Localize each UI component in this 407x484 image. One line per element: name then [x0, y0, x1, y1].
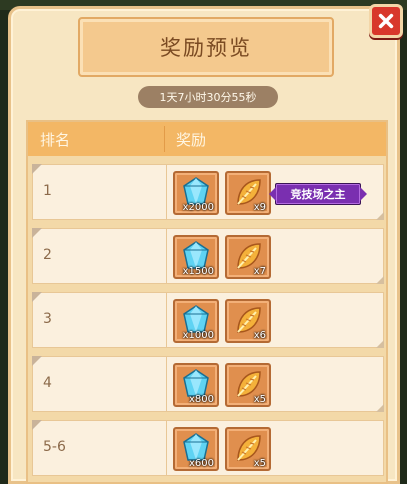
- row-corner: [376, 276, 384, 284]
- row-corner: [32, 164, 42, 174]
- rank-label: 4: [43, 375, 52, 391]
- reward-item-leaf[interactable]: x7: [225, 235, 271, 279]
- item-quantity: x9: [253, 202, 266, 213]
- row-divider: [166, 229, 167, 283]
- rank-label: 5-6: [43, 439, 66, 455]
- reward-item-gem[interactable]: x600: [173, 427, 219, 471]
- column-header-reward: 奖励: [176, 130, 207, 149]
- reward-item-gem[interactable]: x800: [173, 363, 219, 407]
- row-corner: [376, 212, 384, 220]
- reward-item-leaf[interactable]: x6: [225, 299, 271, 343]
- reward-item-leaf[interactable]: x5: [225, 363, 271, 407]
- page-title: 奖励预览: [160, 36, 252, 60]
- table-row: 1 x2000 x9 竞技场之主: [32, 164, 384, 220]
- reward-item-leaf[interactable]: x9: [225, 171, 271, 215]
- row-divider: [166, 357, 167, 411]
- close-icon: [378, 13, 394, 29]
- reward-item-leaf[interactable]: x5: [225, 427, 271, 471]
- reward-item-gem[interactable]: x1500: [173, 235, 219, 279]
- row-divider: [166, 421, 167, 475]
- rank-label: 3: [43, 311, 52, 327]
- row-corner: [32, 356, 42, 366]
- row-corner: [32, 228, 42, 238]
- rank-label: 1: [43, 183, 52, 199]
- item-quantity: x800: [188, 394, 214, 405]
- table-row: 3 x1000 x6: [32, 292, 384, 348]
- item-quantity: x7: [253, 266, 266, 277]
- close-button[interactable]: [369, 4, 403, 38]
- row-divider: [166, 293, 167, 347]
- row-corner: [32, 420, 42, 430]
- item-quantity: x2000: [182, 202, 214, 213]
- table-row: 4 x800 x5: [32, 356, 384, 412]
- item-quantity: x5: [253, 394, 266, 405]
- table-row: 2 x1500 x7: [32, 228, 384, 284]
- reward-item-gem[interactable]: x1000: [173, 299, 219, 343]
- item-quantity: x1500: [182, 266, 214, 277]
- title-plate: 奖励预览: [78, 17, 334, 77]
- reward-table: 排名 奖励 1 x2000 x9 竞技场之主 2 x1500 x7 3 x100…: [26, 120, 388, 484]
- row-divider: [166, 165, 167, 219]
- countdown-timer: 1天7小时30分55秒: [138, 86, 278, 108]
- item-quantity: x1000: [182, 330, 214, 341]
- column-header-rank: 排名: [40, 130, 71, 149]
- row-corner: [376, 404, 384, 412]
- item-quantity: x600: [188, 458, 214, 469]
- row-corner: [376, 340, 384, 348]
- table-header: 排名 奖励: [28, 122, 386, 156]
- row-corner: [32, 292, 42, 302]
- reward-item-gem[interactable]: x2000: [173, 171, 219, 215]
- item-quantity: x6: [253, 330, 266, 341]
- rank-label: 2: [43, 247, 52, 263]
- header-divider: [164, 126, 165, 152]
- title-badge: 竞技场之主: [269, 183, 367, 205]
- item-quantity: x5: [253, 458, 266, 469]
- table-row: 5-6 x600 x5: [32, 420, 384, 476]
